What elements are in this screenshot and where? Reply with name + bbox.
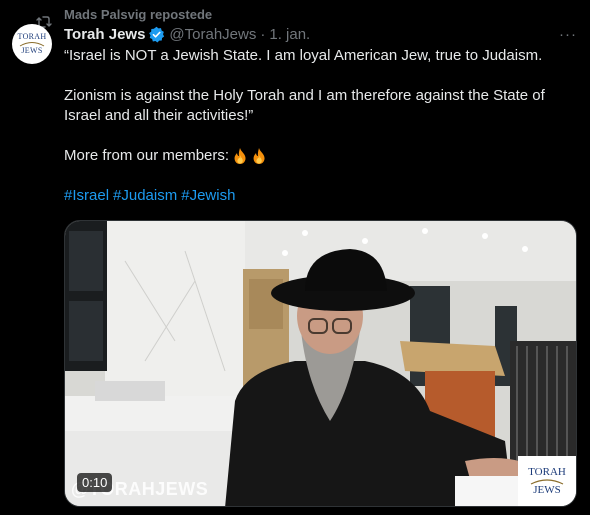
- video-player[interactable]: @TORAHJEWS 0:10 TORAH JEWS: [64, 220, 577, 507]
- fire-emoji-icon: [253, 148, 265, 164]
- video-timer: 0:10: [77, 473, 113, 492]
- hashtag-jewish[interactable]: #Jewish: [181, 187, 235, 204]
- corner-logo-text-2: JEWS: [533, 483, 561, 496]
- avatar-logo-text-2: JEWS: [21, 46, 43, 55]
- corner-logo-text-1: TORAH: [528, 465, 566, 478]
- hashtag-israel[interactable]: #Israel: [64, 187, 109, 204]
- avatar-logo-text-1: TORAH: [17, 32, 47, 41]
- author-display-name[interactable]: Torah Jews: [64, 26, 145, 43]
- hashtag-list: #Israel #Judaism #Jewish: [64, 186, 239, 206]
- corner-logo: TORAH JEWS: [518, 456, 576, 506]
- more-options-icon[interactable]: ···: [558, 24, 578, 44]
- tweet-line-2: Zionism is against the Holy Torah and I …: [64, 87, 545, 124]
- video-frame: [65, 221, 576, 506]
- repost-label: Mads Palsvig repostede: [64, 6, 213, 22]
- tweet-line-3-text: More from our members:: [64, 147, 230, 164]
- avatar[interactable]: TORAH JEWS: [12, 24, 52, 64]
- repost-context[interactable]: Mads Palsvig repostede: [36, 6, 213, 28]
- more-options-label: ···: [559, 25, 577, 43]
- tweet-line-3: More from our members:: [64, 146, 267, 166]
- author-handle[interactable]: @TorahJews: [169, 26, 256, 43]
- fire-emoji-icon: [234, 148, 246, 164]
- tweet-header: Torah Jews @TorahJews · 1. jan.: [64, 24, 310, 44]
- tweet-date[interactable]: 1. jan.: [269, 26, 310, 43]
- hashtag-judaism[interactable]: #Judaism: [113, 187, 177, 204]
- verified-badge-icon[interactable]: [148, 26, 165, 43]
- separator-dot: ·: [260, 25, 266, 43]
- tweet-line-1: “Israel is NOT a Jewish State. I am loya…: [64, 47, 543, 64]
